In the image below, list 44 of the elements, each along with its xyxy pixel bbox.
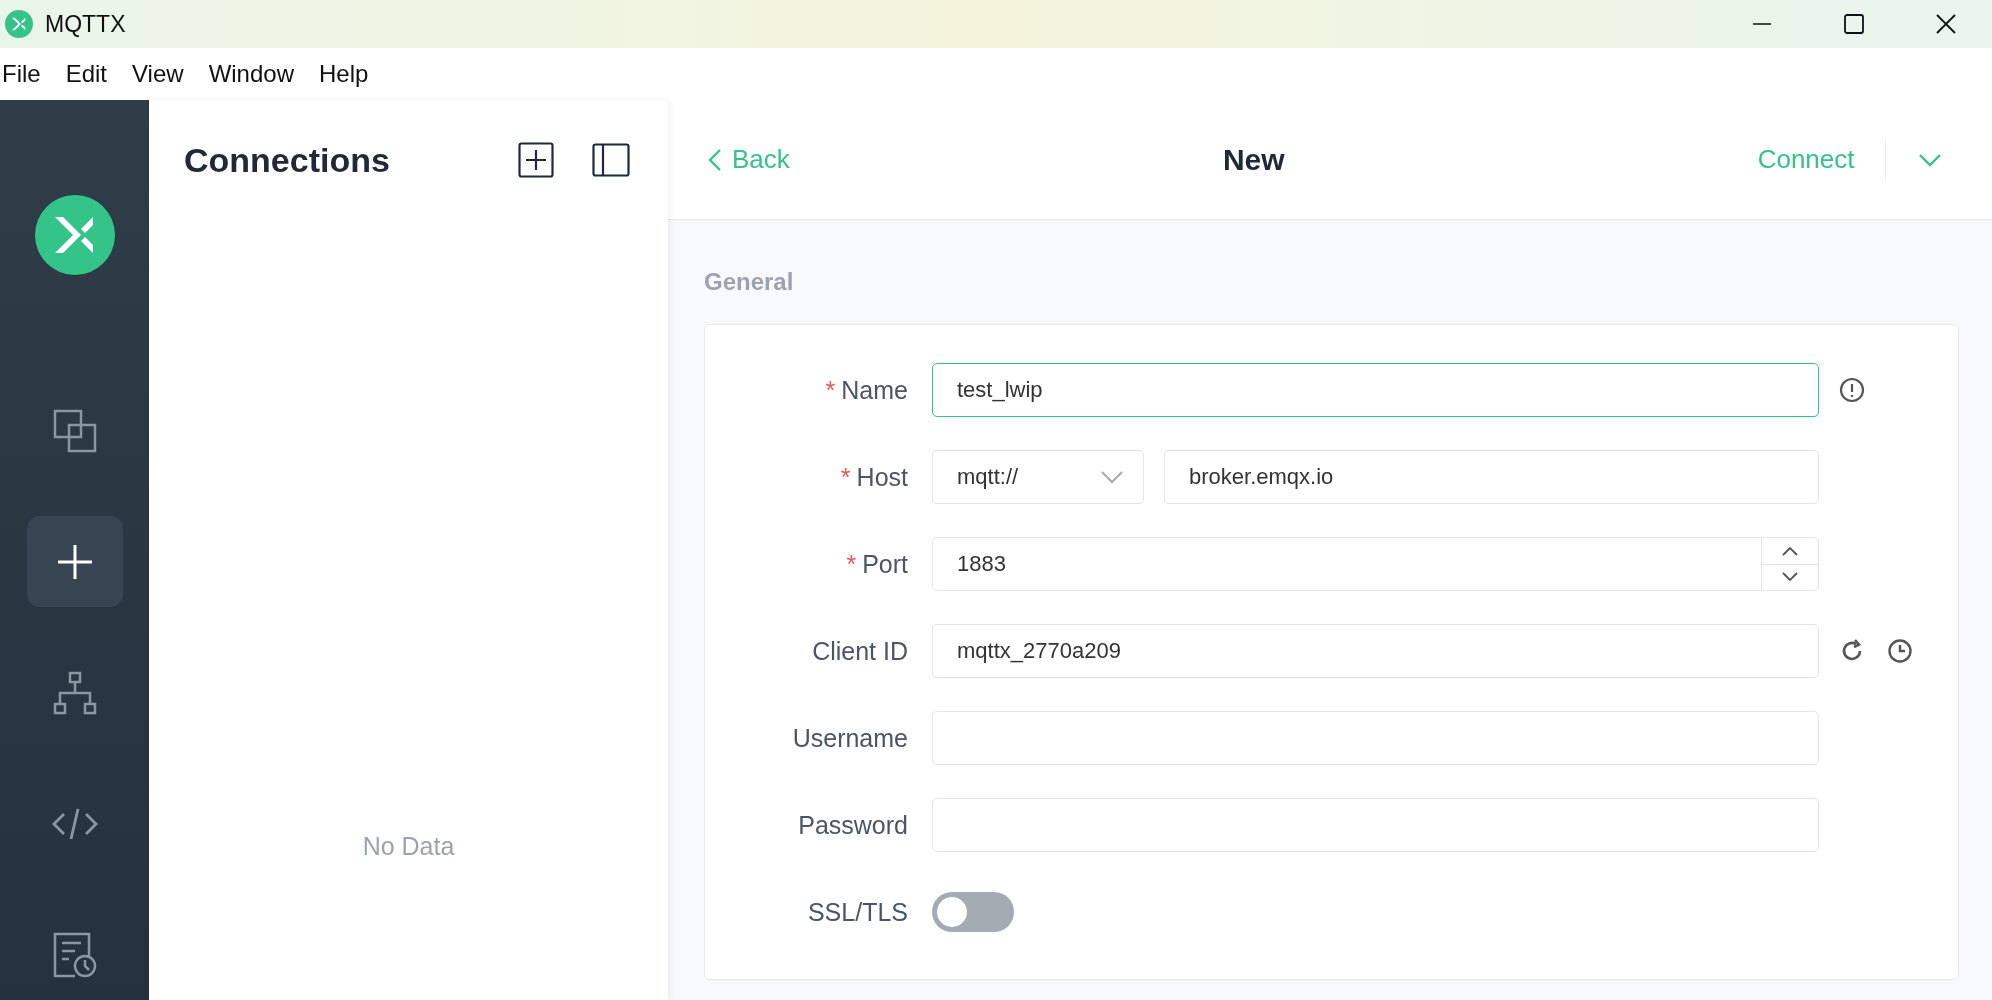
log-document-icon[interactable] xyxy=(52,931,97,978)
field-label: SSL/TLS xyxy=(806,897,908,927)
clock-icon[interactable] xyxy=(1887,638,1913,664)
chevron-up-icon[interactable] xyxy=(1782,545,1798,556)
add-box-icon[interactable] xyxy=(518,142,554,178)
alert-icon[interactable] xyxy=(1839,377,1865,403)
panel-title: Connections xyxy=(184,140,391,180)
nav-item[interactable] xyxy=(26,516,123,607)
text-input[interactable]: test_lwip xyxy=(932,363,1819,417)
chevron-down-icon xyxy=(1101,470,1123,484)
close-icon[interactable] xyxy=(1935,13,1957,35)
menu-item[interactable]: File xyxy=(2,60,41,88)
plus-icon[interactable] xyxy=(55,542,94,581)
field-label: Port xyxy=(862,549,908,578)
field-label: Host xyxy=(856,462,908,491)
copy-squares-icon[interactable] xyxy=(52,408,97,453)
required-asterisk: * xyxy=(846,549,857,578)
text-input[interactable] xyxy=(932,798,1819,852)
menu-item[interactable]: Edit xyxy=(65,60,108,88)
section-title: General xyxy=(704,268,795,296)
menu-item[interactable]: Window xyxy=(208,60,294,88)
menu-item[interactable]: Help xyxy=(319,60,369,88)
menu-item[interactable]: View xyxy=(132,60,184,88)
hierarchy-icon[interactable] xyxy=(52,670,97,715)
required-asterisk: * xyxy=(840,462,851,491)
host-input[interactable]: broker.emqx.io xyxy=(1164,450,1819,504)
field-label: Client ID xyxy=(811,636,908,666)
maximize-icon[interactable] xyxy=(1844,14,1864,34)
app-logo-icon xyxy=(5,10,33,38)
field-label: Name xyxy=(841,375,908,404)
sidebar-layout-icon[interactable] xyxy=(592,143,630,177)
required-asterisk: * xyxy=(825,375,836,404)
page-title: New xyxy=(1221,142,1286,177)
field-label: Password xyxy=(797,810,908,840)
empty-message: No Data xyxy=(362,832,455,861)
toggle-switch[interactable] xyxy=(932,892,1014,932)
text-input[interactable] xyxy=(932,711,1819,765)
window-title: MQTTX xyxy=(45,10,127,38)
code-icon[interactable] xyxy=(51,806,98,841)
text-input[interactable]: mqttx_2770a209 xyxy=(932,624,1819,678)
field-label: Username xyxy=(791,723,908,753)
protocol-select[interactable]: mqtt:// xyxy=(932,450,1144,504)
chevron-down-icon[interactable] xyxy=(1782,572,1798,583)
app-logo-icon xyxy=(34,195,115,275)
